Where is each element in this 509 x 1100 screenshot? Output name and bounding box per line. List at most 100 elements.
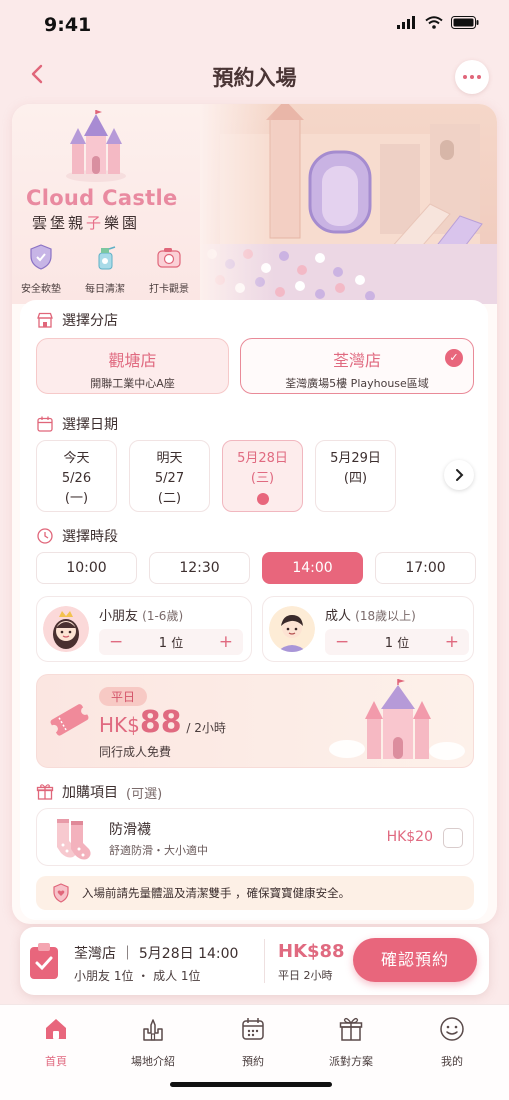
status-icons bbox=[397, 16, 479, 29]
playroom-photo bbox=[200, 104, 497, 304]
date-option-selected[interactable]: 5月28日 (三) bbox=[222, 440, 303, 512]
page-title: 預約入場 bbox=[212, 66, 297, 90]
more-icon bbox=[463, 75, 467, 79]
status-bar: 9:41 bbox=[0, 0, 509, 52]
brand-name-zh: 雲堡親子樂園 bbox=[32, 214, 141, 232]
price-note: 同行成人免費 bbox=[99, 745, 172, 759]
smile-icon bbox=[440, 1017, 464, 1041]
clock-icon bbox=[37, 528, 53, 544]
addon-name: 防滑襪 bbox=[109, 822, 151, 838]
feature-item: 每日清潔 bbox=[80, 242, 130, 295]
feature-item: 安全軟墊 bbox=[16, 242, 66, 295]
home-icon bbox=[46, 1019, 66, 1039]
addon-desc: 舒適防滑・大小適中 bbox=[109, 844, 208, 857]
time-slot[interactable]: 12:30 bbox=[149, 552, 250, 584]
adult-guest-card: 成人 (18歲以上) − 1 位 + bbox=[262, 596, 474, 662]
kid-guest-card: 小朋友 (1-6歲) − 1 位 + bbox=[36, 596, 252, 662]
calendar-icon bbox=[37, 416, 53, 432]
hero-banner: Cloud Castle 雲堡親子樂園 安全軟墊 每日清潔 打卡觀景 bbox=[12, 104, 497, 304]
store-name: 荃灣店 bbox=[332, 351, 381, 370]
signal-icon bbox=[397, 16, 415, 29]
time-slot-list: 10:00 12:30 14:00 17:00 bbox=[36, 552, 476, 584]
date-option[interactable]: 今天 5/26 (一) bbox=[36, 440, 117, 512]
time-slot[interactable]: 17:00 bbox=[375, 552, 476, 584]
kid-quantity-stepper: − 1 位 + bbox=[99, 629, 243, 655]
summary-total-note: 平日 2小時 bbox=[278, 969, 333, 982]
adult-count: 1 位 bbox=[384, 635, 410, 651]
tab-home[interactable]: 首頁 bbox=[16, 1015, 96, 1069]
chevron-right-icon bbox=[456, 469, 464, 481]
kid-count: 1 位 bbox=[158, 635, 184, 651]
time-section-title: 選擇時段 bbox=[36, 526, 118, 546]
feature-label: 安全軟墊 bbox=[21, 284, 61, 295]
feature-list: 安全軟墊 每日清潔 打卡觀景 bbox=[16, 242, 194, 295]
camera-icon bbox=[157, 248, 181, 268]
kid-plus-button[interactable]: + bbox=[219, 632, 233, 652]
wifi-icon bbox=[425, 16, 443, 29]
kid-minus-button[interactable]: − bbox=[109, 632, 123, 652]
date-section-title: 選擇日期 bbox=[36, 414, 118, 434]
status-time: 9:41 bbox=[44, 14, 92, 36]
date-option[interactable]: 5月29日 (四) bbox=[315, 440, 396, 512]
summary-total: HK$88 bbox=[278, 941, 345, 962]
feature-label: 每日清潔 bbox=[85, 284, 125, 295]
spray-icon bbox=[98, 246, 116, 270]
adult-label: 成人 (18歲以上) bbox=[325, 609, 416, 624]
shield-heart-icon bbox=[53, 883, 69, 903]
store-address: 開聯工業中心A座 bbox=[90, 377, 175, 390]
brand-name-en: Cloud Castle bbox=[26, 186, 178, 210]
adult-minus-button[interactable]: − bbox=[335, 632, 349, 652]
more-options-button[interactable] bbox=[455, 60, 489, 94]
ticket-icon bbox=[49, 704, 90, 736]
weekday-badge: 平日 bbox=[99, 687, 148, 706]
feature-item: 打卡觀景 bbox=[144, 242, 194, 295]
tab-booking[interactable]: 預約 bbox=[213, 1015, 293, 1069]
gift-icon bbox=[36, 784, 54, 800]
shield-icon bbox=[30, 244, 52, 270]
time-slot[interactable]: 10:00 bbox=[36, 552, 137, 584]
health-notice: 入場前請先量體溫及清潔雙手 ，確保寶寶健康安全。 bbox=[36, 876, 474, 910]
addon-price: HK$20 bbox=[386, 829, 433, 845]
girl-avatar bbox=[43, 606, 89, 652]
castle-logo bbox=[66, 110, 126, 182]
feature-label: 打卡觀景 bbox=[149, 284, 189, 295]
booking-card: Cloud Castle 雲堡親子樂園 安全軟墊 每日清潔 打卡觀景 選擇分店 … bbox=[12, 104, 497, 924]
summary-divider bbox=[264, 939, 265, 983]
selected-dot bbox=[256, 493, 269, 505]
confirm-booking-button[interactable]: 確認預約 bbox=[353, 938, 477, 982]
socks-icon bbox=[57, 819, 91, 860]
addon-item-socks[interactable]: 防滑襪 舒適防滑・大小適中 HK$20 bbox=[36, 808, 474, 866]
summary-guests: 小朋友 1位 ・ 成人 1位 bbox=[74, 969, 201, 983]
price-amount: HK$88 / 2小時 bbox=[99, 705, 226, 740]
time-slot-selected[interactable]: 14:00 bbox=[262, 552, 363, 584]
gift-icon bbox=[339, 1017, 363, 1041]
nav-bar: 預約入場 bbox=[0, 52, 509, 100]
adult-quantity-stepper: − 1 位 + bbox=[325, 629, 469, 655]
check-icon: ✓ bbox=[445, 349, 463, 367]
date-option[interactable]: 明天 5/27 (二) bbox=[129, 440, 210, 512]
tab-party[interactable]: 派對方案 bbox=[311, 1015, 391, 1069]
date-list: 今天 5/26 (一) 明天 5/27 (二) 5月28日 (三) 5月29日 … bbox=[36, 440, 396, 512]
clipboard-icon bbox=[30, 943, 58, 979]
summary-store-date: 荃灣店 ｜ 5月28日 14:00 bbox=[74, 946, 239, 962]
store-address: 荃灣廣場5樓 Playhouse區域 bbox=[285, 377, 429, 390]
addons-section-title: 加購項目 (可選) bbox=[36, 782, 162, 802]
home-indicator bbox=[170, 1082, 332, 1087]
adult-plus-button[interactable]: + bbox=[445, 632, 459, 652]
store-option-kwun-tong[interactable]: 觀塘店 開聯工業中心A座 bbox=[36, 338, 229, 394]
store-section-title: 選擇分店 bbox=[36, 310, 118, 330]
calendar-icon bbox=[242, 1018, 264, 1040]
castle-illustration bbox=[329, 679, 465, 760]
price-banner: 平日 HK$88 / 2小時 同行成人免費 bbox=[36, 674, 474, 768]
tab-profile[interactable]: 我的 bbox=[412, 1015, 492, 1069]
addon-checkbox[interactable] bbox=[443, 828, 463, 848]
booking-summary-bar: 荃灣店 ｜ 5月28日 14:00 小朋友 1位 ・ 成人 1位 HK$88 平… bbox=[20, 927, 489, 995]
booking-form: 選擇分店 觀塘店 開聯工業中心A座 荃灣店 荃灣廣場5樓 Playhouse區域… bbox=[20, 300, 488, 920]
tab-venue[interactable]: 場地介紹 bbox=[113, 1015, 193, 1069]
store-icon bbox=[37, 312, 53, 328]
boy-avatar bbox=[269, 606, 315, 652]
store-option-tsuen-wan[interactable]: 荃灣店 荃灣廣場5樓 Playhouse區域 ✓ bbox=[240, 338, 474, 394]
castle-icon bbox=[143, 1019, 163, 1041]
kid-label: 小朋友 (1-6歲) bbox=[99, 609, 184, 624]
next-dates-button[interactable] bbox=[444, 460, 474, 490]
